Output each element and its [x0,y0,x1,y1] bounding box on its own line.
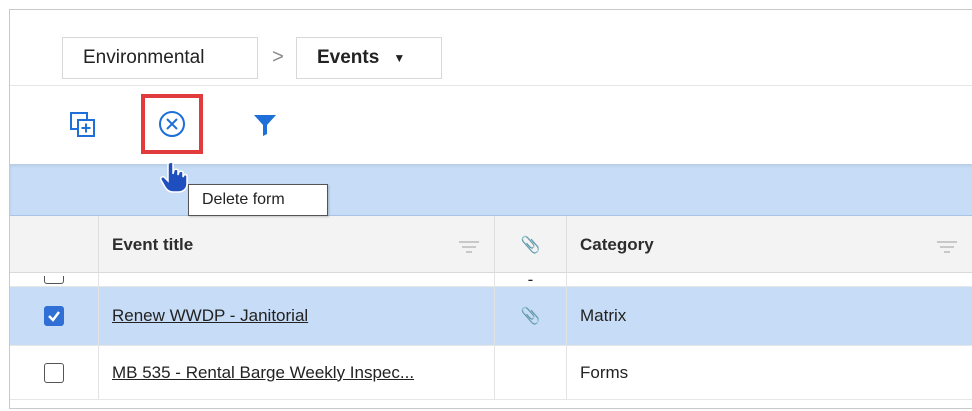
header-select-cell [10,216,99,273]
delete-form-button[interactable] [141,94,203,154]
circle-x-icon [159,111,185,137]
add-form-button[interactable] [54,101,112,149]
event-title-cell: MB 535 - Rental Barge Weekly Inspec... [99,346,495,399]
toolbar [10,87,972,164]
header-category[interactable]: Category [567,216,972,273]
event-title-cell: Renew WWDP - Janitorial [99,287,495,345]
events-table: Event title 📎 Category - Renew WWDP - Ja… [10,216,972,408]
checkmark-icon [48,311,60,322]
header-event-title-label: Event title [112,234,194,254]
column-menu-icon[interactable] [936,240,958,254]
row-select-cell [10,346,99,399]
category-value: Matrix [580,306,627,325]
attachment-cell: 📎 [495,287,567,345]
selection-bar [10,164,972,216]
breadcrumb-label-environmental: Environmental [83,47,205,68]
delete-form-tooltip: Delete form [188,184,328,216]
category-cell: Matrix [567,287,972,345]
breadcrumb-item-events-dropdown[interactable]: Events ▼ [296,37,442,79]
hand-cursor-icon [160,161,188,193]
copy-add-icon [70,112,95,137]
table-row[interactable]: - [10,270,972,289]
header-attachment[interactable]: 📎 [495,216,567,273]
event-title-cell [99,273,495,286]
filter-icon [254,115,276,136]
row-select-cell [10,273,99,286]
header-event-title[interactable]: Event title [99,216,495,273]
event-title-link[interactable]: Renew WWDP - Janitorial [112,306,308,326]
row-select-cell [10,287,99,345]
row-checkbox[interactable] [44,275,64,284]
category-cell: Forms [567,346,972,399]
app-frame: Environmental > Events ▼ Event title 📎 C… [9,9,972,409]
chevron-down-icon: ▼ [393,51,406,65]
column-menu-icon[interactable] [458,240,480,254]
breadcrumb: Environmental > Events ▼ [10,10,972,86]
header-category-label: Category [580,234,654,254]
breadcrumb-separator: > [272,46,284,68]
breadcrumb-item-environmental[interactable]: Environmental [62,37,258,79]
attachment-cell: - [495,270,567,289]
category-value: Forms [580,362,629,382]
row-checkbox-checked[interactable] [44,306,64,326]
tooltip-text: Delete form [202,191,285,208]
row-checkbox[interactable] [44,362,64,383]
paperclip-icon: 📎 [520,236,541,254]
breadcrumb-label-events: Events [317,47,380,68]
table-row[interactable]: MB 535 - Rental Barge Weekly Inspec... F… [10,346,972,400]
paperclip-icon[interactable]: 📎 [521,306,541,326]
table-row[interactable]: Renew WWDP - Janitorial 📎 Matrix [10,287,972,346]
attachment-cell [495,346,567,399]
event-title-link[interactable]: MB 535 - Rental Barge Weekly Inspec... [112,363,414,383]
filter-button[interactable] [236,101,294,149]
table-header: Event title 📎 Category [10,216,972,273]
category-cell [567,273,972,286]
